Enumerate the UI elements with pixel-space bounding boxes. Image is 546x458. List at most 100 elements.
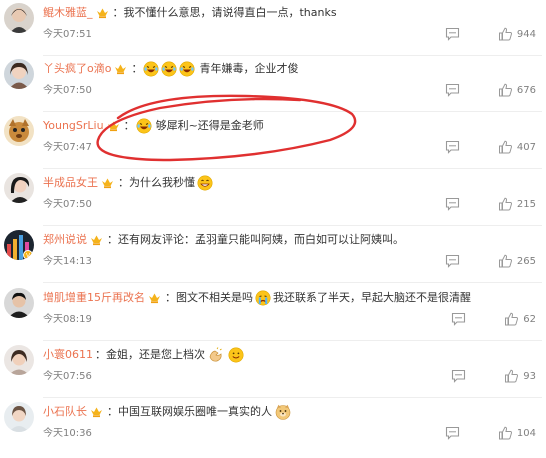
crown-badge-icon xyxy=(148,292,161,304)
like-count: 944 xyxy=(516,28,536,40)
smile-emoji-icon xyxy=(228,347,244,363)
like-count: 265 xyxy=(516,255,536,267)
comment-item: YoungSrLiu ： 够犀利~还得是金老师 今天07:47 407 xyxy=(0,113,546,169)
username[interactable]: YoungSrLiu xyxy=(43,117,104,135)
thumbs-up-icon xyxy=(498,27,512,41)
username[interactable]: 小石队长 xyxy=(43,403,87,421)
reply-icon[interactable] xyxy=(445,140,460,154)
colon: ： xyxy=(107,405,118,418)
like-button[interactable]: 407 xyxy=(498,140,536,154)
comment-text: 中国互联网娱乐圈唯一真实的人 xyxy=(118,405,272,418)
comment-time: 今天07:51 xyxy=(43,29,92,40)
crown-badge-icon xyxy=(107,120,120,132)
comment-time: 今天07:50 xyxy=(43,199,92,210)
crying-emoji-icon xyxy=(255,290,271,306)
colon: ： xyxy=(95,348,106,361)
reply-icon[interactable] xyxy=(451,312,466,326)
crown-badge-icon xyxy=(101,177,114,189)
reply-icon[interactable] xyxy=(445,83,460,97)
like-count: 215 xyxy=(516,198,536,210)
username[interactable]: 小寰0611 xyxy=(43,346,93,364)
laugh-tears-emoji-icon xyxy=(136,118,152,134)
reply-icon[interactable] xyxy=(445,426,460,440)
crown-badge-icon xyxy=(114,63,127,75)
comment-item: 增肌增重15斤再改名 ： 图文不相关是吗 我还联系了半天，早起大脑还不是很清醒 … xyxy=(0,285,546,341)
comment-text-continued: 我还联系了半天，早起大脑还不是很清醒 xyxy=(273,291,471,304)
reply-icon[interactable] xyxy=(445,254,460,268)
comment-text: 青年嫌毒，企业才俊 xyxy=(199,62,299,75)
crown-badge-icon xyxy=(96,7,109,19)
comment-text: 为什么我秒懂 xyxy=(129,176,195,189)
divider xyxy=(43,397,542,398)
avatar[interactable]: V xyxy=(4,230,34,260)
colon: ： xyxy=(123,119,135,132)
comment-text: 金姐，还是您上档次 xyxy=(106,348,205,361)
colon: ： xyxy=(118,176,129,189)
username[interactable]: 鲲木雅蓝_ xyxy=(43,4,93,22)
like-button[interactable]: 104 xyxy=(498,426,536,440)
thumbs-up-icon xyxy=(505,369,519,383)
divider xyxy=(43,225,542,226)
avatar[interactable] xyxy=(4,116,34,146)
avatar[interactable] xyxy=(4,59,34,89)
doge-emoji-icon xyxy=(275,404,291,420)
thumbs-up-icon xyxy=(498,197,512,211)
reply-icon[interactable] xyxy=(451,369,466,383)
colon: ： xyxy=(112,6,124,19)
username[interactable]: 增肌增重15斤再改名 xyxy=(43,289,145,307)
avatar[interactable] xyxy=(4,288,34,318)
thumbs-up-icon xyxy=(498,426,512,440)
reply-icon[interactable] xyxy=(445,27,460,41)
comment-item: 鲲木雅蓝_ ： 我不懂什么意思，请说得直白一点，thanks 今天07:51 9… xyxy=(0,0,546,56)
like-button[interactable]: 93 xyxy=(504,369,536,383)
like-count: 676 xyxy=(516,84,536,96)
thumbs-up-icon xyxy=(498,254,512,268)
like-count: 62 xyxy=(523,313,536,325)
comment-item: 小寰0611 ： 金姐，还是您上档次 今天07:56 93 xyxy=(0,342,546,398)
username[interactable]: 半成品女王 xyxy=(43,174,98,192)
avatar[interactable] xyxy=(4,173,34,203)
like-count: 93 xyxy=(523,370,536,382)
comment-time: 今天10:36 xyxy=(43,428,92,439)
thumbs-up-icon xyxy=(498,83,512,97)
comment-text: 图文不相关是吗 xyxy=(176,291,253,304)
comment-time: 今天07:47 xyxy=(43,142,92,153)
comment-time: 今天07:50 xyxy=(43,85,92,96)
divider xyxy=(43,168,542,169)
laugh-tears-emoji-icon xyxy=(161,61,177,77)
comment-time: 今天08:19 xyxy=(43,314,92,325)
username[interactable]: 郑州说说 xyxy=(43,231,87,249)
divider xyxy=(43,340,542,341)
avatar[interactable] xyxy=(4,402,34,432)
like-button[interactable]: 676 xyxy=(498,83,536,97)
divider xyxy=(43,111,542,112)
avatar[interactable] xyxy=(4,3,34,33)
like-button[interactable]: 265 xyxy=(498,254,536,268)
divider xyxy=(43,282,542,283)
like-count: 104 xyxy=(516,427,536,439)
like-button[interactable]: 944 xyxy=(498,27,536,41)
colon: ： xyxy=(165,291,176,304)
comment-item: 小石队长 ： 中国互联网娱乐圈唯一真实的人 今天10:36 104 xyxy=(0,399,546,455)
comment-time: 今天14:13 xyxy=(43,256,92,267)
laugh-tears-emoji-icon xyxy=(179,61,195,77)
username[interactable]: 丫头疯了o滴o xyxy=(43,60,111,78)
colon: ： xyxy=(131,62,143,75)
comment-item: 半成品女王 ： 为什么我秒懂 今天07:50 215 xyxy=(0,170,546,226)
crown-badge-icon xyxy=(90,234,103,246)
avatar[interactable] xyxy=(4,345,34,375)
grin-emoji-icon xyxy=(197,175,213,191)
colon: ： xyxy=(107,233,118,246)
laugh-tears-emoji-icon xyxy=(143,61,159,77)
thumbs-up-icon xyxy=(498,140,512,154)
thumbs-up-icon xyxy=(505,312,519,326)
comment-item: V 郑州说说 ： 还有网友评论：孟羽童只能叫阿姨，而白如可以让阿姨叫。 今天14… xyxy=(0,227,546,283)
reply-icon[interactable] xyxy=(445,197,460,211)
comment-item: 丫头疯了o滴o ： 青年嫌毒，企业才俊 今天07:50 676 xyxy=(0,56,546,112)
like-button[interactable]: 62 xyxy=(504,312,536,326)
comment-time: 今天07:56 xyxy=(43,371,92,382)
like-count: 407 xyxy=(516,141,536,153)
comment-text: 还有网友评论：孟羽童只能叫阿姨，而白如可以让阿姨叫。 xyxy=(118,233,404,246)
like-button[interactable]: 215 xyxy=(498,197,536,211)
clap-emoji-icon xyxy=(208,347,224,363)
